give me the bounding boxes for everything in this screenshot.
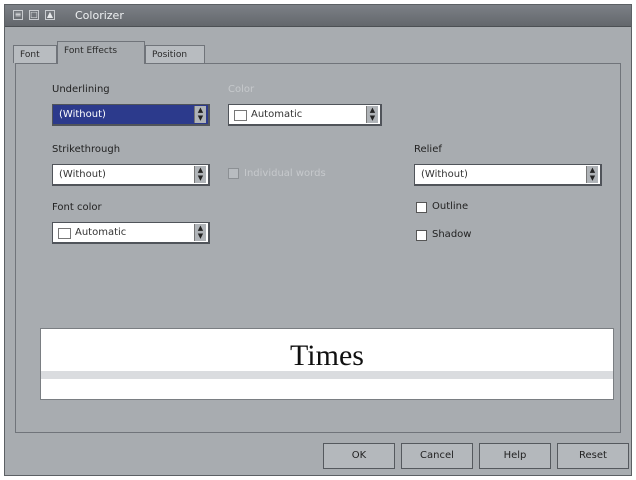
- underline-label: Underlining: [52, 84, 110, 95]
- individual-words-checkbox[interactable]: [228, 168, 239, 179]
- ok-button[interactable]: OK: [323, 443, 395, 469]
- cancel-button[interactable]: Cancel: [401, 443, 473, 469]
- shadow-label: Shadow: [432, 229, 472, 240]
- strikethrough-value: (Without): [59, 169, 106, 180]
- color-swatch: [234, 110, 247, 121]
- reset-button[interactable]: Reset: [557, 443, 629, 469]
- tab-font[interactable]: Font: [13, 45, 57, 63]
- shadow-checkbox[interactable]: [416, 230, 427, 241]
- fontcolor-spin-icon[interactable]: ▲ ▼: [194, 224, 206, 241]
- button-bar: OK Cancel Help Reset: [5, 437, 631, 475]
- fontcolor-label: Font color: [52, 202, 102, 213]
- underline-spin-icon[interactable]: ▲ ▼: [194, 106, 206, 123]
- shade-icon[interactable]: ▲: [45, 10, 55, 20]
- relief-dropdown[interactable]: (Without) ▲ ▼: [414, 164, 602, 186]
- strikethrough-dropdown[interactable]: (Without) ▲ ▼: [52, 164, 210, 186]
- tab-font-effects[interactable]: Font Effects: [57, 41, 145, 64]
- fontcolor-swatch: [58, 228, 71, 239]
- strikethrough-spin-icon[interactable]: ▲ ▼: [194, 166, 206, 183]
- color-dropdown[interactable]: Automatic ▲ ▼: [228, 104, 382, 126]
- underline-dropdown[interactable]: (Without) ▲ ▼: [52, 104, 210, 126]
- relief-value: (Without): [421, 169, 468, 180]
- tab-position[interactable]: Position: [145, 45, 205, 63]
- window-title: Colorizer: [75, 9, 124, 22]
- color-label: Color: [228, 84, 255, 95]
- help-button[interactable]: Help: [479, 443, 551, 469]
- underline-value: (Without): [59, 109, 106, 120]
- preview-box: Times: [40, 328, 614, 400]
- individual-words-label: Individual words: [244, 168, 326, 179]
- outline-checkbox[interactable]: [416, 202, 427, 213]
- fontcolor-dropdown[interactable]: Automatic ▲ ▼: [52, 222, 210, 244]
- window-menu-icon[interactable]: ≡: [13, 10, 23, 20]
- title-bar: ≡ □ ▲ Colorizer: [5, 5, 631, 27]
- font-effects-panel: Underlining (Without) ▲ ▼ Color Automatic…: [15, 63, 621, 433]
- color-value: Automatic: [251, 109, 303, 120]
- fontcolor-value: Automatic: [75, 227, 127, 238]
- strikethrough-label: Strikethrough: [52, 144, 121, 155]
- preview-sample-text: Times: [290, 339, 364, 372]
- dialog-window: ≡ □ ▲ Colorizer Font Font Effects Positi…: [4, 4, 632, 476]
- color-spin-icon[interactable]: ▲ ▼: [366, 106, 378, 123]
- maximize-icon[interactable]: □: [29, 10, 39, 20]
- relief-spin-icon[interactable]: ▲ ▼: [586, 166, 598, 183]
- relief-label: Relief: [414, 144, 442, 155]
- outline-label: Outline: [432, 201, 469, 212]
